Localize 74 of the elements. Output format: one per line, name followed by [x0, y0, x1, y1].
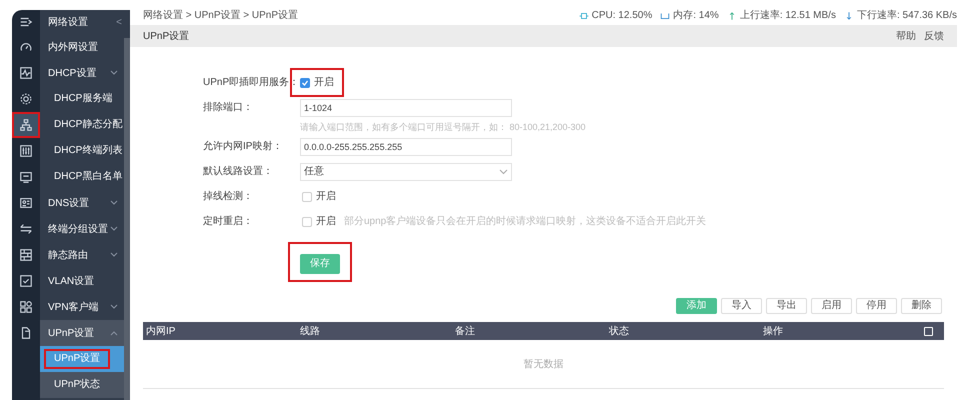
- sliders-icon: [19, 144, 33, 158]
- column-header: 备注: [455, 324, 476, 338]
- column-header: 状态: [609, 324, 630, 338]
- field-label: 掉线检测：: [203, 190, 254, 204]
- id-card-icon: [19, 196, 33, 210]
- help-text: 部分upnp客户端设备只会在开启的时候请求端口映射，这类设备不适合开启此开关: [344, 214, 706, 229]
- collapse-button[interactable]: <: [116, 14, 122, 30]
- column-header: 线路: [300, 324, 321, 338]
- checkbox[interactable]: [300, 78, 310, 88]
- option-label: 开启: [316, 190, 336, 204]
- submenu-item[interactable]: DHCP服务端: [40, 86, 124, 112]
- apps-icon: [19, 300, 33, 314]
- swap-icon: [19, 222, 33, 236]
- header-link[interactable]: 帮助: [896, 28, 916, 44]
- field-label: 排除端口：: [203, 100, 254, 115]
- column-header: 内网IP: [146, 324, 176, 338]
- chevron-up-icon: [110, 330, 118, 336]
- option-label: 开启: [316, 214, 336, 229]
- menu-item[interactable]: UPnP设置: [40, 320, 124, 346]
- highlighted-rail-button[interactable]: [12, 112, 40, 138]
- input-field[interactable]: 0.0.0.0-255.255.255.255: [300, 138, 512, 156]
- checkbox[interactable]: [302, 192, 312, 202]
- menu-item[interactable]: VPN客户端: [40, 294, 124, 320]
- grid-icon: [19, 248, 33, 262]
- field-label: UPnP即插即用服务：: [203, 76, 300, 90]
- submenu-item[interactable]: DHCP静态分配: [40, 112, 124, 138]
- chevron-down-icon: [110, 304, 118, 310]
- breadcrumb: 网络设置 > UPnP设置 > UPnP设置: [143, 11, 298, 21]
- monitor-icon: [19, 170, 33, 184]
- menu-item[interactable]: 静态路由: [40, 242, 124, 268]
- tray-icon: [660, 11, 670, 21]
- chevron-down-icon: [499, 168, 508, 174]
- column-header: 操作: [763, 324, 784, 338]
- network-icon: [19, 118, 33, 132]
- chevron-down-icon: [110, 226, 118, 232]
- header-link[interactable]: 反馈: [924, 28, 944, 44]
- menu-item[interactable]: VLAN设置: [40, 268, 124, 294]
- status-text: 内存: 14%: [673, 11, 719, 21]
- chip-icon: [578, 11, 589, 21]
- toolbar-button[interactable]: 删除: [901, 298, 942, 314]
- help-text: 请输入端口范围，如有多个端口可用逗号隔开，如： 80-100,21,200-300: [300, 122, 586, 132]
- empty-message: 暂无数据: [524, 358, 564, 372]
- menu-title: 网络设置: [48, 16, 88, 30]
- submenu-item[interactable]: DHCP终端列表: [40, 138, 124, 164]
- submenu-item[interactable]: UPnP状态: [40, 372, 124, 398]
- field-label: 默认线路设置：: [203, 164, 274, 179]
- submenu-item[interactable]: DHCP黑白名单: [40, 164, 124, 190]
- toolbar-button[interactable]: 启用: [811, 298, 852, 314]
- dropdown[interactable]: 任意: [300, 162, 512, 180]
- field-label: 定时重启：: [203, 214, 254, 229]
- input-field[interactable]: 1-1024: [300, 98, 512, 116]
- status-text: CPU: 12.50%: [592, 11, 652, 21]
- checkbox[interactable]: [302, 216, 312, 226]
- menu-item[interactable]: DNS设置: [40, 190, 124, 216]
- highlight-box: UPnP设置: [44, 349, 110, 369]
- checklist-icon: [19, 274, 33, 288]
- menu-item[interactable]: DHCP设置: [40, 60, 124, 86]
- toolbar-button[interactable]: 导出: [766, 298, 807, 314]
- toolbar-button[interactable]: 停用: [856, 298, 897, 314]
- toolbar-button[interactable]: 导入: [721, 298, 762, 314]
- page-title: UPnP设置: [143, 30, 190, 44]
- menu-icon: [19, 15, 33, 29]
- chevron-down-icon: [110, 70, 118, 76]
- field-label: 允许内网IP映射：: [203, 140, 284, 154]
- pulse-icon: [19, 66, 33, 80]
- chevron-down-icon: [110, 200, 118, 206]
- menu-item[interactable]: 内外网设置: [40, 34, 124, 60]
- status-text: 下行速率: 547.36 KB/s: [856, 11, 957, 21]
- select-all-checkbox[interactable]: [924, 326, 933, 336]
- status-text: 上行速率: 12.51 MB/s: [740, 11, 836, 21]
- menu-item[interactable]: 终端分组设置: [40, 216, 124, 242]
- chevron-down-icon: [110, 252, 118, 258]
- gear-icon: [19, 92, 33, 106]
- option-label: 开启: [314, 76, 334, 90]
